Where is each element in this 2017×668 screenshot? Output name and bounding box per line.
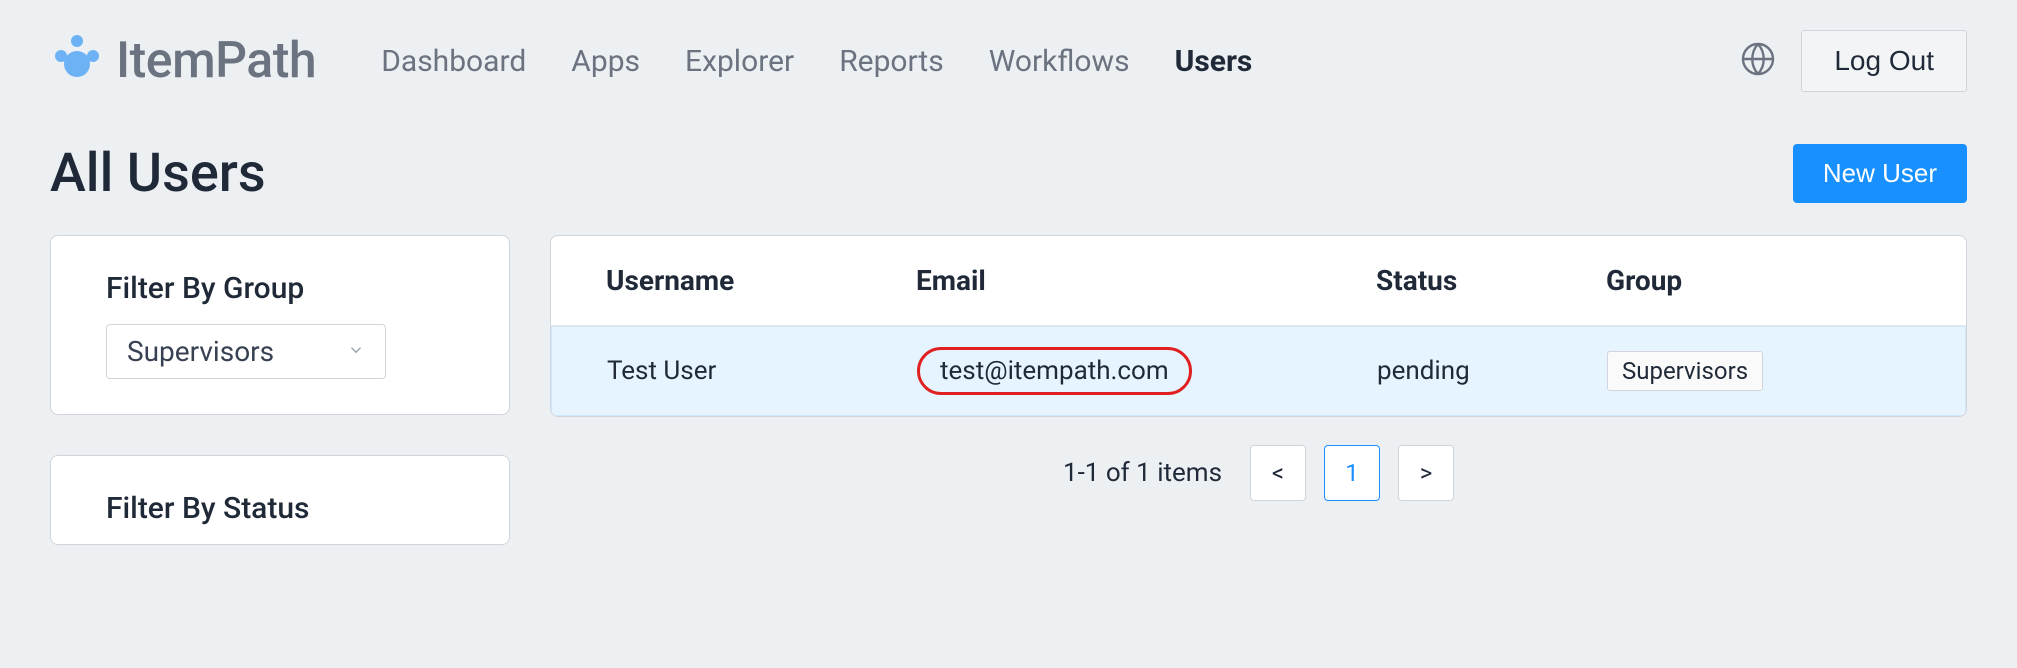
filter-status-card: Filter By Status	[50, 455, 510, 545]
page-header: All Users New User	[0, 122, 2017, 235]
cell-status: pending	[1377, 356, 1607, 386]
nav-apps[interactable]: Apps	[571, 44, 640, 79]
pagination-summary: 1-1 of 1 items	[1063, 458, 1222, 488]
filter-sidebar: Filter By Group Supervisors Filter By St…	[50, 235, 510, 545]
filter-group-card: Filter By Group Supervisors	[50, 235, 510, 415]
col-header-email[interactable]: Email	[916, 264, 1376, 297]
top-bar: ItemPath Dashboard Apps Explorer Reports…	[0, 0, 2017, 122]
cell-email: test@itempath.com	[917, 347, 1377, 395]
cell-username: Test User	[607, 356, 917, 386]
brand-logo: ItemPath	[50, 32, 316, 90]
table-header-row: Username Email Status Group	[551, 236, 1966, 326]
chevron-down-icon	[347, 341, 365, 363]
pagination-next-button[interactable]: >	[1398, 445, 1454, 501]
pagination-page-1[interactable]: 1	[1324, 445, 1380, 501]
table-row[interactable]: Test User test@itempath.com pending Supe…	[551, 326, 1966, 416]
nav-users[interactable]: Users	[1175, 44, 1253, 79]
topbar-right: Log Out	[1740, 30, 1967, 92]
col-header-status[interactable]: Status	[1376, 264, 1606, 297]
col-header-username[interactable]: Username	[606, 264, 916, 297]
globe-icon[interactable]	[1740, 41, 1776, 81]
users-table: Username Email Status Group Test User te…	[550, 235, 1967, 417]
nav-explorer[interactable]: Explorer	[685, 44, 794, 79]
logout-button[interactable]: Log Out	[1801, 30, 1967, 92]
group-tag[interactable]: Supervisors	[1607, 351, 1763, 391]
nav-dashboard[interactable]: Dashboard	[381, 44, 526, 79]
page-title: All Users	[50, 142, 266, 205]
email-highlight: test@itempath.com	[917, 347, 1192, 395]
pagination-prev-button[interactable]: <	[1250, 445, 1306, 501]
pagination: 1-1 of 1 items < 1 >	[550, 445, 1967, 501]
nav-workflows[interactable]: Workflows	[989, 44, 1130, 79]
main-nav: Dashboard Apps Explorer Reports Workflow…	[381, 44, 1252, 79]
main-area: Username Email Status Group Test User te…	[550, 235, 1967, 545]
nav-reports[interactable]: Reports	[839, 44, 944, 79]
filter-group-selected: Supervisors	[127, 335, 274, 368]
content-area: Filter By Group Supervisors Filter By St…	[0, 235, 2017, 545]
cell-group: Supervisors	[1607, 351, 1910, 391]
filter-status-title: Filter By Status	[106, 491, 454, 526]
new-user-button[interactable]: New User	[1793, 144, 1967, 203]
logo-icon	[50, 32, 104, 90]
brand-name: ItemPath	[116, 32, 316, 90]
filter-group-select[interactable]: Supervisors	[106, 324, 386, 379]
col-header-group[interactable]: Group	[1606, 264, 1911, 297]
filter-group-title: Filter By Group	[106, 271, 454, 306]
